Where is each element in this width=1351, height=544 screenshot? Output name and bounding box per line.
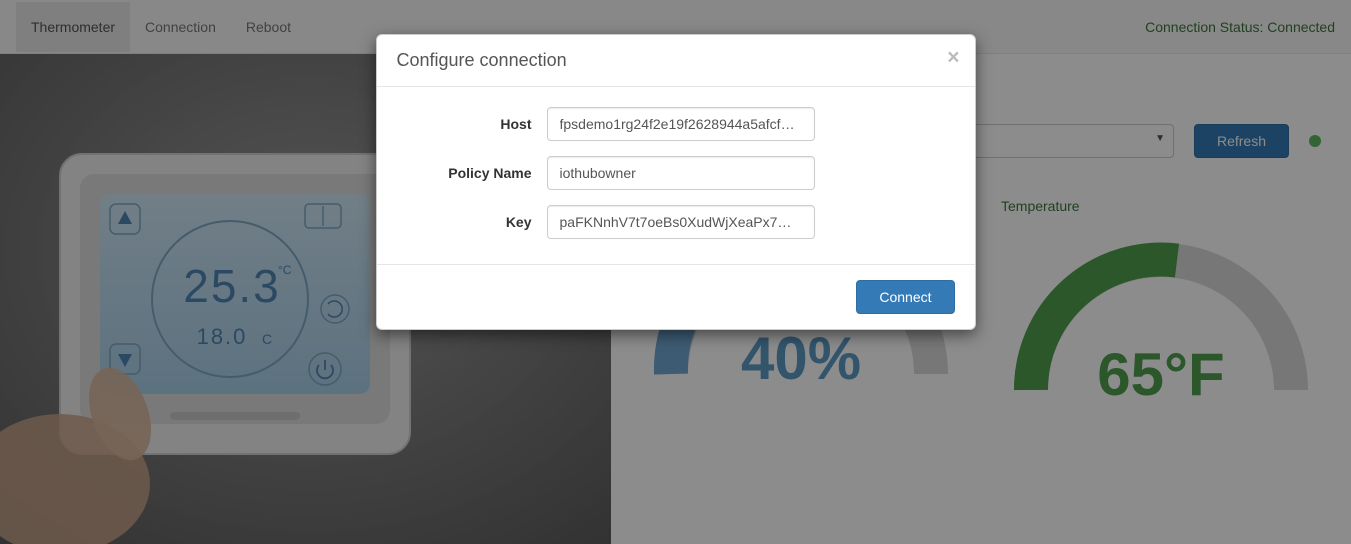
- close-icon[interactable]: ×: [947, 47, 959, 68]
- modal-header: Configure connection ×: [377, 35, 975, 87]
- host-field[interactable]: [547, 107, 815, 141]
- modal-footer: Connect: [377, 264, 975, 329]
- connect-button[interactable]: Connect: [856, 280, 954, 314]
- app-root: Thermometer Connection Reboot Connection…: [0, 0, 1351, 544]
- key-field[interactable]: [547, 205, 815, 239]
- host-label: Host: [407, 116, 547, 132]
- policy-name-field[interactable]: [547, 156, 815, 190]
- key-label: Key: [407, 214, 547, 230]
- configure-connection-modal: Configure connection × Host Policy Name …: [376, 34, 976, 330]
- policy-name-label: Policy Name: [407, 165, 547, 181]
- modal-title: Configure connection: [397, 50, 567, 70]
- modal-body: Host Policy Name Key: [377, 87, 975, 264]
